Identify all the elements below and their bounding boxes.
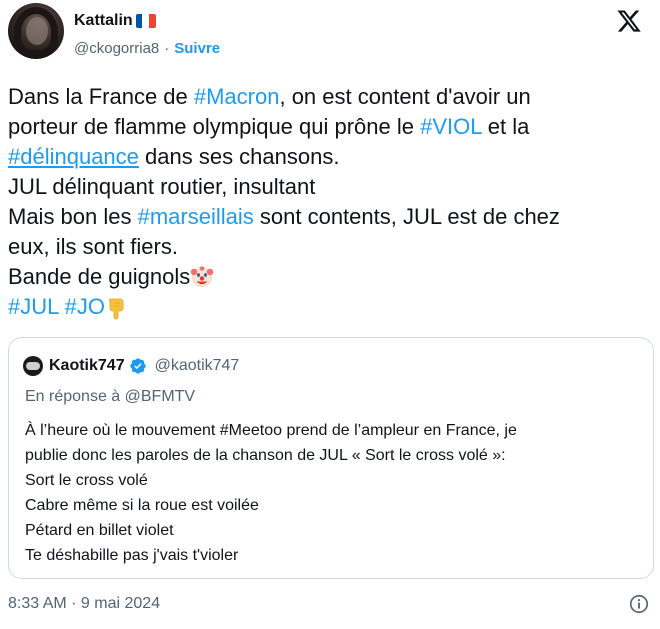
flag-red	[149, 14, 156, 28]
hashtag-link[interactable]: #délinquance	[8, 144, 139, 169]
author-name[interactable]: Kattalin	[74, 12, 133, 30]
reply-context: En réponse à @BFMTV	[25, 388, 196, 405]
tweet-line: #délinquance dans ses chansons.	[8, 142, 648, 172]
tweet-line: #JUL #JO	[8, 292, 648, 322]
hashtag-link[interactable]: #JUL	[8, 294, 59, 319]
text-segment: eux, ils sont fiers.	[8, 234, 178, 259]
quote-line: Cabre même si la roue est voilée	[25, 497, 259, 514]
separator-dot: ·	[164, 40, 170, 57]
info-icon[interactable]	[628, 593, 650, 615]
tweet-line: Mais bon les #marseillais sont contents,…	[8, 202, 648, 232]
quote-text: À l’heure où le mouvement #Meetoo prend …	[25, 418, 645, 568]
tweet-text: Dans la France de #Macron, on est conten…	[8, 82, 648, 322]
hashtag-link[interactable]: #VIOL	[420, 114, 482, 139]
avatar-hair	[14, 7, 58, 57]
clown-face-icon	[191, 266, 214, 287]
quoted-tweet[interactable]: Kaotik747 @kaotik747 En réponse à @BFMTV…	[8, 337, 654, 579]
author-avatar[interactable]	[8, 3, 64, 59]
france-flag-icon	[135, 14, 156, 28]
hashtag-link[interactable]: #marseillais	[138, 204, 254, 229]
text-segment: sont contents, JUL est de chez	[253, 204, 560, 229]
quote-author-handle[interactable]: @kaotik747	[155, 357, 240, 375]
verified-badge-icon	[129, 358, 146, 374]
author-handle-row: @ckogorria8 · Suivre	[74, 40, 220, 57]
pointing-down-icon	[109, 298, 124, 320]
text-segment: , on est content d'avoir un	[279, 84, 531, 109]
tweet-line: eux, ils sont fiers.	[8, 232, 648, 262]
text-segment: JUL délinquant routier, insultant	[8, 174, 316, 199]
quote-line: Sort le cross volé	[25, 472, 148, 489]
flag-white	[142, 14, 150, 28]
text-segment: porteur de flamme olympique qui prône le	[8, 114, 421, 139]
tweet-line: Dans la France de #Macron, on est conten…	[8, 82, 648, 112]
tweet-line: Bande de guignols	[8, 262, 648, 292]
text-segment: dans ses chansons.	[138, 144, 340, 169]
quote-line: À l’heure où le mouvement #Meetoo prend …	[25, 422, 517, 439]
hashtag-link[interactable]: #Macron	[194, 84, 280, 109]
tweet-line: porteur de flamme olympique qui prône le…	[8, 112, 648, 142]
author-handle[interactable]: @ckogorria8	[74, 40, 159, 57]
tweet-line: JUL délinquant routier, insultant	[8, 172, 648, 202]
text-segment: Dans la France de	[8, 84, 194, 109]
tweet-card: Kattalin @ckogorria8 · Suivre Dans la Fr…	[0, 0, 660, 629]
flag-blue	[135, 14, 143, 28]
author-name-row: Kattalin	[74, 12, 156, 30]
text-segment: Bande de guignols	[8, 264, 191, 289]
text-segment: Mais bon les	[8, 204, 138, 229]
quote-author-avatar[interactable]	[23, 356, 43, 376]
quote-header: Kaotik747 @kaotik747	[23, 356, 239, 376]
quote-line: Pétard en billet violet	[25, 522, 174, 539]
x-logo-icon[interactable]	[616, 8, 642, 34]
quote-line: Te déshabille pas j'vais t'violer	[25, 547, 239, 564]
quote-author-name[interactable]: Kaotik747	[49, 357, 125, 375]
hashtag-link[interactable]: #JO	[65, 294, 105, 319]
text-segment: et la	[481, 114, 530, 139]
quote-line: publie donc les paroles de la chanson de…	[25, 447, 506, 464]
tweet-timestamp[interactable]: 8:33 AM · 9 mai 2024	[8, 595, 160, 613]
follow-button[interactable]: Suivre	[174, 40, 220, 57]
tweet-header: Kattalin @ckogorria8 · Suivre	[8, 3, 652, 59]
